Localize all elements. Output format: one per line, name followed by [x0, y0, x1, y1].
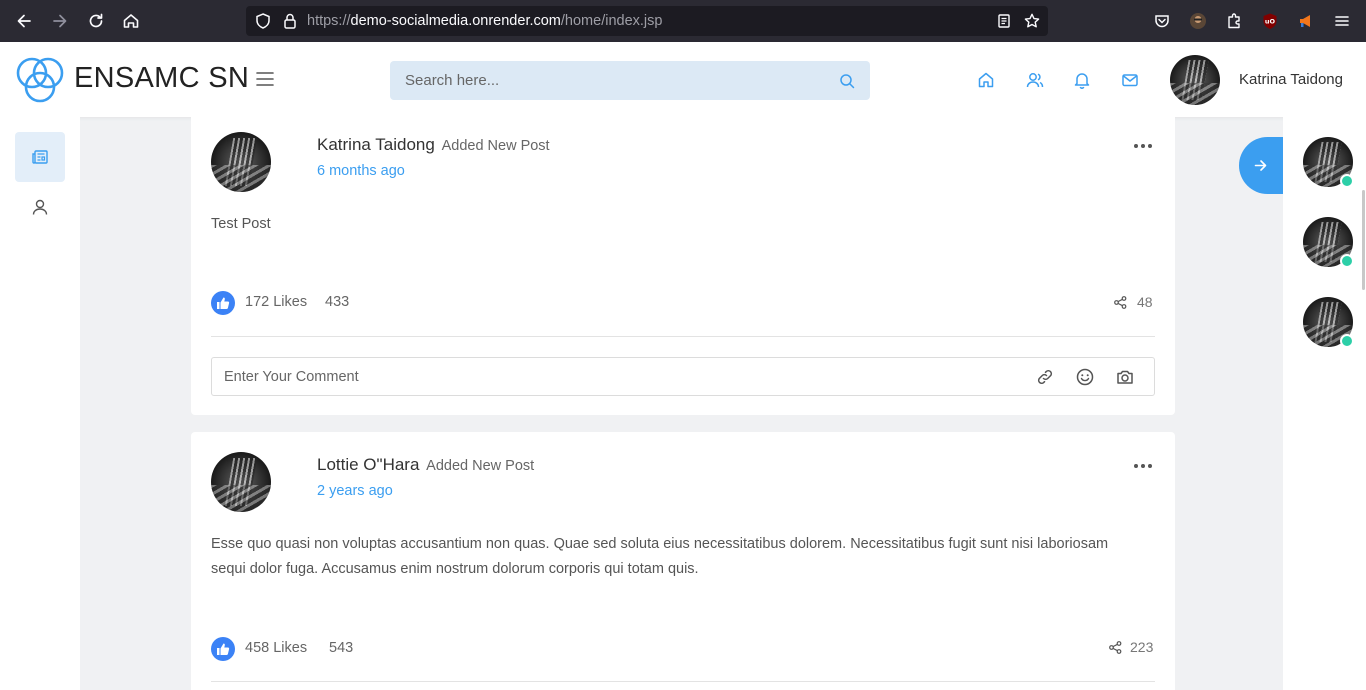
sidebar-item-profile[interactable]	[15, 182, 65, 232]
search-box	[390, 61, 870, 100]
reload-icon[interactable]	[86, 11, 106, 31]
sidebar-item-newsfeed[interactable]	[15, 132, 65, 182]
attach-link-icon[interactable]	[1035, 367, 1055, 387]
nav-notifications-icon[interactable]	[1073, 71, 1091, 89]
online-status-indicator	[1340, 254, 1354, 268]
url-path: /home/index.jsp	[560, 13, 663, 29]
sidebar-toggle-button[interactable]	[1239, 137, 1283, 194]
newspaper-icon	[32, 150, 48, 164]
bookmark-star-icon[interactable]	[1022, 11, 1042, 31]
arrow-right-icon	[1254, 160, 1267, 171]
nav-friends-icon[interactable]	[1026, 71, 1044, 89]
shares-count[interactable]: 223	[1130, 639, 1153, 655]
extensions-icon[interactable]	[1224, 11, 1244, 31]
post-author-avatar[interactable]	[211, 132, 271, 192]
comment-input[interactable]	[224, 358, 1004, 395]
logo-icon[interactable]	[14, 54, 66, 104]
post-author: Lottie O"Hara Added New Post	[317, 455, 534, 475]
url-scheme: https://	[307, 13, 351, 29]
post-timestamp: 6 months ago	[317, 163, 405, 179]
post-divider	[211, 336, 1155, 337]
online-status-indicator	[1340, 174, 1354, 188]
comment-box	[211, 357, 1155, 396]
app-header: ENSAMC SN Katrina Taidong	[0, 42, 1366, 117]
post-text: Test Post	[211, 216, 271, 232]
header-user-avatar[interactable]	[1170, 55, 1220, 105]
comments-count[interactable]: 433	[325, 294, 349, 310]
menu-toggle-icon[interactable]	[256, 71, 274, 87]
hamburger-menu-icon[interactable]	[1332, 11, 1352, 31]
camera-icon[interactable]	[1115, 367, 1135, 387]
forward-icon[interactable]	[50, 11, 70, 31]
post-divider	[211, 681, 1155, 682]
post-card: Lottie O"Hara Added New Post 2 years ago…	[191, 432, 1175, 690]
reader-view-icon[interactable]	[994, 11, 1014, 31]
post-card: Katrina Taidong Added New Post 6 months …	[191, 107, 1175, 415]
scrollbar[interactable]	[1362, 190, 1365, 290]
post-text: Esse quo quasi non voluptas accusantium …	[211, 536, 1109, 577]
svg-text:uO: uO	[1265, 18, 1276, 26]
header-username[interactable]: Katrina Taidong	[1239, 71, 1343, 88]
nav-messages-icon[interactable]	[1121, 71, 1139, 89]
search-icon[interactable]	[839, 73, 855, 89]
contact-item[interactable]	[1303, 297, 1354, 348]
post-action-label: Added New Post	[426, 458, 535, 474]
post-author-name[interactable]: Katrina Taidong	[317, 135, 435, 154]
share-icon[interactable]	[1109, 641, 1122, 654]
shield-icon[interactable]	[253, 11, 273, 31]
share-icon[interactable]	[1114, 296, 1127, 309]
emoji-icon[interactable]	[1075, 367, 1095, 387]
user-icon	[32, 199, 48, 215]
nav-home-icon[interactable]	[977, 71, 995, 89]
pocket-icon[interactable]	[1152, 11, 1172, 31]
home-icon[interactable]	[121, 11, 141, 31]
like-icon[interactable]	[211, 291, 235, 315]
right-sidebar-contacts	[1283, 117, 1366, 690]
post-timestamp: 2 years ago	[317, 483, 393, 499]
like-icon[interactable]	[211, 637, 235, 661]
post-author-name[interactable]: Lottie O"Hara	[317, 455, 419, 474]
contact-item[interactable]	[1303, 137, 1354, 188]
likes-count[interactable]: 458 Likes	[245, 640, 307, 656]
comments-count[interactable]: 543	[329, 640, 353, 656]
more-options-icon[interactable]	[1133, 463, 1153, 469]
megaphone-extension-icon[interactable]	[1296, 11, 1316, 31]
profile-avatar-icon[interactable]	[1188, 11, 1208, 31]
contact-item[interactable]	[1303, 217, 1354, 268]
post-author-avatar[interactable]	[211, 452, 271, 512]
lock-icon[interactable]	[280, 11, 300, 31]
left-sidebar	[0, 117, 80, 690]
address-bar[interactable]: https://demo-socialmedia.onrender.com/ho…	[246, 6, 1048, 36]
likes-count[interactable]: 172 Likes	[245, 294, 307, 310]
post-action-label: Added New Post	[441, 138, 550, 154]
brand-name[interactable]: ENSAMC SN	[74, 62, 249, 95]
more-options-icon[interactable]	[1133, 143, 1153, 149]
url-text[interactable]: https://demo-socialmedia.onrender.com/ho…	[307, 13, 662, 29]
search-input[interactable]	[405, 61, 825, 100]
browser-toolbar: https://demo-socialmedia.onrender.com/ho…	[0, 0, 1366, 42]
url-host: demo-socialmedia.onrender.com	[350, 13, 561, 29]
shares-count[interactable]: 48	[1137, 294, 1153, 310]
online-status-indicator	[1340, 334, 1354, 348]
ublock-icon[interactable]: uO	[1260, 11, 1280, 31]
back-icon[interactable]	[14, 11, 34, 31]
post-author: Katrina Taidong Added New Post	[317, 135, 550, 155]
